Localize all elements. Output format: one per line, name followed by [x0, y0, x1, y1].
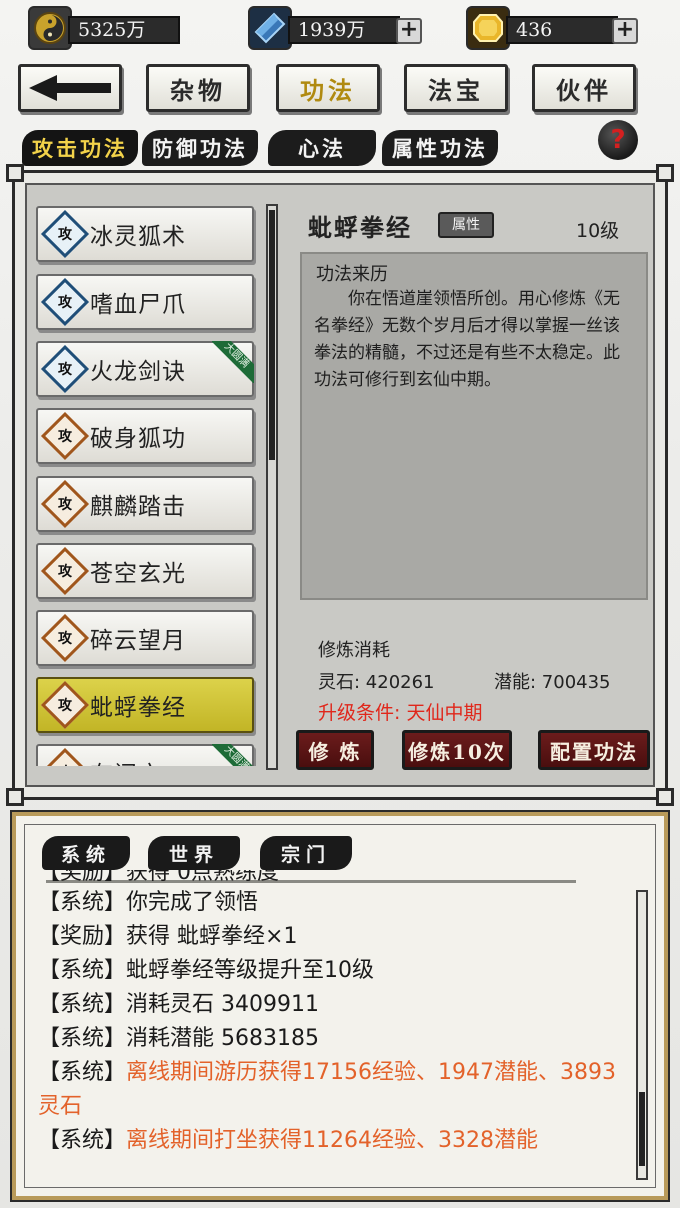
mastery-ribbon: 大圆满	[212, 744, 254, 766]
blue-crystal-icon	[248, 6, 292, 50]
attack-badge-icon: 攻	[40, 209, 90, 259]
chat-line: 【系统】消耗灵石 3409911	[38, 992, 319, 1017]
scroll-thumb[interactable]	[269, 210, 275, 460]
chat-log: 【奖励】获得 0点熟练度 【系统】你完成了领悟 【奖励】获得 蚍蜉拳经×1 【系…	[38, 870, 628, 1190]
skill-list: 攻 冰灵狐术 攻 嗜血尸爪 攻 火龙剑诀 大圆满 攻 破身狐功 攻 麒麟踏击 攻…	[24, 196, 258, 766]
chat-line: 【系统】离线期间打坐获得11264经验、3328潜能	[38, 1128, 538, 1153]
crystal-resource: 1939万 +	[248, 6, 426, 50]
source-heading: 功法来历	[316, 264, 388, 285]
skill-description-box: 功法来历 你在悟道崖领悟所创。用心修炼《无名拳经》无数个岁月后才得以掌握一丝该拳…	[300, 252, 648, 600]
skill-title: 蚍蜉拳经	[308, 213, 412, 242]
tab-defense-skills[interactable]: 防御功法	[142, 130, 258, 166]
skill-item-qilin[interactable]: 攻 麒麟踏击	[36, 476, 254, 532]
attack-badge-icon: 攻	[40, 747, 90, 766]
skill-item-body-fox[interactable]: 攻 破身狐功	[36, 408, 254, 464]
tab-mind-skills[interactable]: 心法	[268, 130, 376, 166]
skill-item-sky-light[interactable]: 攻 苍空玄光	[36, 543, 254, 599]
crystal-value: 1939万	[288, 16, 400, 44]
potential-cost: 潜能: 700435	[494, 672, 611, 693]
skill-name: 麒麟踏击	[90, 494, 186, 520]
panel-corner-ornament	[6, 164, 24, 182]
chat-line: 【系统】你完成了领悟	[38, 890, 259, 915]
skill-item-cloud-moon[interactable]: 攻 碎云望月	[36, 610, 254, 666]
attack-badge-icon: 攻	[40, 411, 90, 461]
skill-level: 10级	[576, 220, 620, 242]
chat-tab-sect[interactable]: 宗门	[260, 836, 352, 870]
gold-ingot-icon	[466, 6, 510, 50]
skill-name: 苍空玄光	[90, 561, 186, 587]
chat-line: 【系统】离线期间游历获得17156经验、1947潜能、3893灵石	[38, 1060, 616, 1119]
skill-item-ice-fox[interactable]: 攻 冰灵狐术	[36, 206, 254, 262]
skill-name: 破身狐功	[90, 426, 186, 452]
upgrade-condition: 升级条件: 天仙中期	[318, 702, 483, 724]
nav-skills-button[interactable]: 功法	[276, 64, 380, 112]
stone-cost: 灵石: 420261	[318, 672, 435, 693]
chat-line: 【系统】消耗潜能 5683185	[38, 1026, 319, 1051]
attack-badge-icon: 攻	[40, 546, 90, 596]
equip-skill-button[interactable]: 配置功法	[538, 730, 650, 770]
gold-resource: 436 +	[466, 6, 642, 50]
attack-badge-icon: 攻	[40, 277, 90, 327]
add-crystal-button[interactable]: +	[396, 18, 422, 44]
attack-badge-icon: 攻	[40, 680, 90, 730]
skill-name: 嗜血尸爪	[90, 292, 186, 318]
chat-tab-world[interactable]: 世界	[148, 836, 240, 870]
skill-name: 碎云望月	[90, 628, 186, 654]
nav-partner-button[interactable]: 伙伴	[532, 64, 636, 112]
mastery-ribbon: 大圆满	[212, 341, 254, 383]
nav-misc-button[interactable]: 杂物	[146, 64, 250, 112]
gold-value: 436	[506, 16, 618, 44]
train-ten-button[interactable]: 修炼10次	[402, 730, 512, 770]
attribute-button[interactable]: 属性	[438, 212, 494, 238]
skill-list-scrollbar[interactable]	[266, 204, 278, 770]
taiji-coin-icon	[28, 6, 72, 50]
skill-item-partial[interactable]: 攻 有问方 大圆满	[36, 744, 254, 766]
attack-badge-icon: 攻	[40, 613, 90, 663]
tab-attribute-skills[interactable]: 属性功法	[382, 130, 498, 166]
spirit-stone-value: 5325万	[68, 16, 180, 44]
panel-corner-ornament	[656, 164, 674, 182]
train-button[interactable]: 修 炼	[296, 730, 374, 770]
chat-scrollbar[interactable]	[636, 890, 648, 1180]
skill-item-blood-claw[interactable]: 攻 嗜血尸爪	[36, 274, 254, 330]
chat-line: 【奖励】获得 0点熟练度	[38, 870, 280, 885]
attack-badge-icon: 攻	[40, 344, 90, 394]
chat-line: 【奖励】获得 蚍蜉拳经×1	[38, 924, 298, 949]
panel-corner-ornament	[656, 788, 674, 806]
skill-item-ant-fist[interactable]: 攻 蚍蜉拳经	[36, 677, 254, 733]
back-arrow-icon	[29, 75, 111, 101]
skill-name: 蚍蜉拳经	[90, 695, 186, 721]
cost-heading: 修炼消耗	[318, 640, 390, 661]
tab-attack-skills[interactable]: 攻击功法	[22, 130, 138, 166]
attack-badge-icon: 攻	[40, 479, 90, 529]
spirit-stone-resource: 5325万	[28, 6, 180, 50]
skill-name: 火龙剑诀	[90, 359, 186, 385]
nav-treasure-button[interactable]: 法宝	[404, 64, 508, 112]
skill-item-fire-dragon[interactable]: 攻 火龙剑诀 大圆满	[36, 341, 254, 397]
skill-name: 有问方	[90, 755, 162, 766]
help-button[interactable]: ?	[598, 120, 638, 160]
add-gold-button[interactable]: +	[612, 18, 638, 44]
chat-line: 【系统】蚍蜉拳经等级提升至10级	[38, 958, 375, 983]
chat-tab-system[interactable]: 系统	[42, 836, 130, 870]
skill-name: 冰灵狐术	[90, 224, 186, 250]
panel-corner-ornament	[6, 788, 24, 806]
chat-scroll-thumb[interactable]	[639, 1092, 645, 1166]
source-text: 你在悟道崖领悟所创。用心修炼《无名拳经》无数个岁月后才得以掌握一丝该拳法的精髓，…	[314, 289, 620, 390]
back-button[interactable]	[18, 64, 122, 112]
